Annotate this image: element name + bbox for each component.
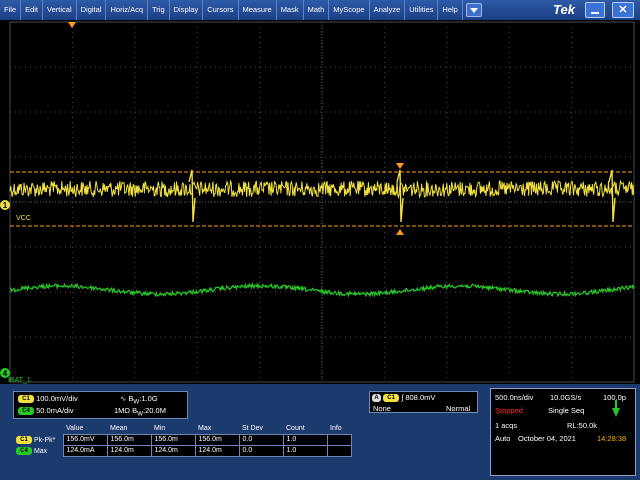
row-ch4-badge: C4 [16,446,32,455]
meas-mean: 124.0m [106,444,152,457]
meas-count: 1.0 [282,444,328,457]
ch1-readout[interactable]: C1 100.0mV/div [18,394,78,404]
trigger-upper-marker-icon [396,163,404,169]
meas-stdev: 0.0 [238,444,284,457]
measurement-header-row: Value Mean Min Max St Dev Count Info [13,423,351,434]
sample-rate: 10.0GS/s [550,393,582,402]
trigger-auto: Auto [495,434,511,443]
menu-horiz-acq[interactable]: Horiz/Acq [106,0,148,20]
menu-myscope[interactable]: MyScope [329,0,370,20]
meas-value: 124.0mA [62,444,108,457]
row-name: Max [33,447,48,455]
measurement-table[interactable]: Value Mean Min Max St Dev Count Info C1 … [13,423,352,457]
header-max: Max [198,424,212,432]
menu-cursors[interactable]: Cursors [203,0,239,20]
menu-math[interactable]: Math [304,0,330,20]
record-length: RL:50.0k [567,421,598,430]
clock: 14:28:38 [597,434,627,443]
meas-count: 1.0 [282,433,328,446]
menu-analyze[interactable]: Analyze [370,0,406,20]
header-count: Count [286,424,305,432]
date: October 04, 2021 [518,434,576,443]
menu-edit[interactable]: Edit [21,0,44,20]
meas-min: 156.0m [150,433,196,446]
menu-mask[interactable]: Mask [277,0,304,20]
ch1-waveform [9,179,635,199]
graticule-svg: 1VCC4IBAT_1 [0,21,635,384]
ch4-bandwidth: 1MΩ BW:20.0M [114,406,166,418]
tek-logo: Tek [553,2,575,17]
ch1-marker-label: 1 [3,201,8,210]
header-min: Min [154,424,166,432]
trigger-position-marker-icon [68,22,76,28]
trigger-a-badge: A [372,394,381,403]
minimize-button[interactable] [585,2,605,18]
measurement-row[interactable]: C1 Pk-Pk* 156.0mV 156.0m 156.0m 156.0m 0… [13,433,352,446]
ch1-trace-label: VCC [16,215,31,222]
menu-display[interactable]: Display [170,0,204,20]
menu-file[interactable]: File [0,0,22,20]
chevron-down-icon [469,7,478,13]
header-stdev: St Dev [242,424,264,432]
trigger-coupling: None [373,404,391,413]
acq-mode: Single Seq [548,406,585,415]
close-button[interactable]: ✕ [612,2,634,18]
menu-digital[interactable]: Digital [77,0,107,20]
trigger-ch-badge: C1 [383,394,400,403]
bandwidth-icon: ∿ [120,394,127,403]
row-name: Pk-Pk* [33,436,56,444]
meas-max: 156.0m [194,433,240,446]
readout-area: C1 100.0mV/div ∿ BW:1.0G C4 50.0mA/div 1… [0,384,640,480]
menu-dropdown-button[interactable] [465,3,482,17]
ch1-scale: 100.0mV/div [36,394,78,403]
menu-trig[interactable]: Trig [148,0,170,20]
ch4-trace-label: IBAT_1 [8,377,31,384]
header-info: Info [330,424,342,432]
menu-vertical[interactable]: Vertical [43,0,77,20]
ch4-scale: 50.0mA/div [36,406,74,415]
trigger-level: 808.0mV [405,393,436,402]
acq-count: 1 acqs [495,421,518,430]
trigger-status-arrow-icon [612,400,620,417]
row-ch1-badge: C1 [16,435,32,444]
meas-stdev: 0.0 [238,433,284,446]
waveform-display[interactable]: 1 VCC 4 IBAT_1 [0,20,640,384]
rising-edge-icon: ∫ [401,393,404,402]
timebase: 500.0ns/div [495,393,534,402]
menu-measure[interactable]: Measure [239,0,277,20]
menu-help[interactable]: Help [438,0,463,20]
menu-bar: File Edit Vertical Digital Horiz/Acq Trig Disp… [0,0,640,20]
meas-min: 124.0m [150,444,196,457]
measurement-row[interactable]: C4 Max 124.0mA 124.0m 124.0m 124.0m 0.0 … [13,444,352,457]
meas-value: 156.0mV [62,433,108,446]
ch1-badge: C1 [18,395,34,404]
ch1-spike [188,169,196,223]
meas-info [326,444,352,457]
acq-state: Stopped [495,406,523,415]
trigger-lower-marker-icon [396,229,404,235]
ch4-readout[interactable]: C4 50.0mA/div [18,406,74,416]
menu-utilities[interactable]: Utilities [405,0,439,20]
header-mean: Mean [110,424,128,432]
trigger-source: A C1 ∫ 808.0mV [372,393,436,403]
meas-info [326,433,352,446]
ch4-badge: C4 [18,407,34,416]
meas-mean: 156.0m [106,433,152,446]
ch1-bandwidth: ∿ BW:1.0G [120,394,158,406]
trigger-mode: Normal [446,404,471,413]
header-value: Value [66,424,84,432]
ch1-spike [608,169,616,223]
meas-max: 124.0m [194,444,240,457]
